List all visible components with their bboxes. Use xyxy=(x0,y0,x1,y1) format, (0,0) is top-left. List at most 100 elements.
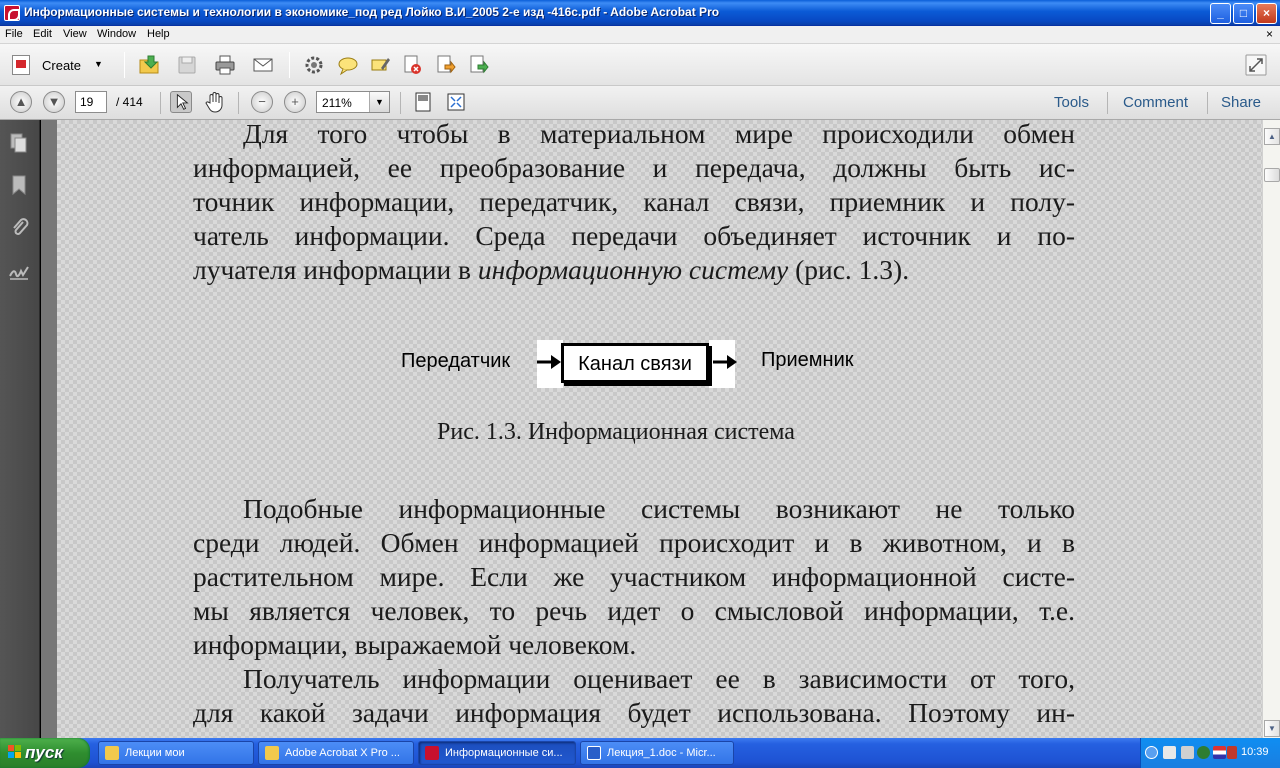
language-flag-icon[interactable] xyxy=(1213,746,1226,759)
full-screen-icon[interactable] xyxy=(445,91,467,113)
scroll-down-icon[interactable]: ▼ xyxy=(1264,720,1280,737)
zoom-value: 211% xyxy=(322,96,352,110)
toolbar-separator xyxy=(238,92,239,114)
zoom-out-icon[interactable]: − xyxy=(251,91,273,113)
toolbar-separator xyxy=(124,52,125,78)
comment-pane-link[interactable]: Comment xyxy=(1123,94,1188,111)
text-line: точник информации, передатчик, канал свя… xyxy=(193,186,1075,217)
maximize-button[interactable]: □ xyxy=(1233,3,1254,24)
comment-icon[interactable] xyxy=(337,54,359,76)
minimize-button[interactable]: _ xyxy=(1210,3,1231,24)
system-tray: 10:39 xyxy=(1140,738,1280,768)
security-icon[interactable] xyxy=(1197,746,1210,759)
italic-term: информационную систему xyxy=(477,254,789,285)
taskbar-item-acrobat-document[interactable]: Информационные си... xyxy=(418,741,576,765)
arrow-right-icon xyxy=(713,355,737,369)
text-line: информацией, ее преобразование и передач… xyxy=(193,152,1075,183)
email-icon[interactable] xyxy=(252,54,274,76)
tools-pane-link[interactable]: Tools xyxy=(1054,94,1089,111)
windows-logo-icon xyxy=(8,745,21,758)
pdf-icon xyxy=(425,746,439,760)
chevron-down-icon[interactable]: ▼ xyxy=(369,92,389,112)
document-close-icon[interactable]: × xyxy=(1266,27,1273,41)
create-label: Create xyxy=(42,58,82,73)
toolbar-separator xyxy=(289,52,290,78)
document-export-icon[interactable] xyxy=(434,54,456,76)
text-line: среди людей. Обмен информацией происходи… xyxy=(193,527,1075,558)
clock: 10:39 xyxy=(1241,746,1269,758)
taskbar-item-label: Лекции мои xyxy=(125,747,185,759)
menu-view[interactable]: View xyxy=(63,28,87,40)
scroll-thumb[interactable] xyxy=(1264,168,1280,182)
arrow-right-icon xyxy=(537,355,561,369)
sender-label: Передатчик xyxy=(401,350,511,372)
page-total-label: / 414 xyxy=(116,95,143,109)
window-title: Информационные системы и технологии в эк… xyxy=(24,5,720,19)
highlight-icon[interactable] xyxy=(369,54,391,76)
share-pane-link[interactable]: Share xyxy=(1221,94,1261,111)
bookmarks-icon[interactable] xyxy=(8,174,30,196)
network-icon[interactable] xyxy=(1163,746,1176,759)
fit-page-icon[interactable] xyxy=(412,91,434,113)
page-edge xyxy=(41,120,57,738)
close-button[interactable]: × xyxy=(1256,3,1277,24)
navigation-toolbar: ▲ ▼ 19 / 414 − + 211% ▼ Tools Comment Sh… xyxy=(0,86,1280,120)
create-button[interactable]: Create ▼ xyxy=(8,53,108,77)
start-button[interactable]: пуск xyxy=(0,738,90,768)
tray-expand-icon[interactable] xyxy=(1145,746,1158,759)
menu-window[interactable]: Window xyxy=(97,28,136,40)
tray-app-icon[interactable] xyxy=(1227,746,1237,759)
menu-help[interactable]: Help xyxy=(147,28,170,40)
create-pdf-icon xyxy=(12,55,30,75)
taskbar-item-acrobat-folder[interactable]: Adobe Acrobat X Pro ... xyxy=(258,741,414,765)
signatures-icon[interactable] xyxy=(8,260,30,282)
document-remove-icon[interactable] xyxy=(401,54,423,76)
channel-box: Канал связи xyxy=(561,343,709,383)
scroll-up-icon[interactable]: ▲ xyxy=(1264,128,1280,145)
text-line: для какой задачи информация будет исполь… xyxy=(193,697,1075,728)
menu-bar: File Edit View Window Help × xyxy=(0,26,1280,44)
zoom-in-icon[interactable]: + xyxy=(284,91,306,113)
acrobat-app-icon xyxy=(4,5,20,21)
navigation-pane xyxy=(0,120,40,738)
taskbar-item-folder[interactable]: Лекции мои xyxy=(98,741,254,765)
chevron-down-icon: ▼ xyxy=(94,59,103,69)
word-document-icon xyxy=(587,746,601,760)
taskbar-item-word[interactable]: Лекция_1.doc - Micr... xyxy=(580,741,734,765)
hand-tool-icon[interactable] xyxy=(204,91,226,113)
toolbar-separator xyxy=(1207,92,1208,114)
page-thumbnails-icon[interactable] xyxy=(8,132,30,154)
toolbar-separator xyxy=(160,92,161,114)
menu-edit[interactable]: Edit xyxy=(33,28,52,40)
text-line: мы является человек, то речь идет о смыс… xyxy=(193,595,1075,626)
text-line: Для того чтобы в материальном мире проис… xyxy=(243,120,1075,149)
information-system-diagram: Передатчик Канал связи Приемник xyxy=(391,340,891,390)
previous-page-icon[interactable]: ▲ xyxy=(10,91,32,113)
start-label: пуск xyxy=(25,743,63,762)
document-send-icon[interactable] xyxy=(467,54,489,76)
text-line: Подобные информационные системы возникаю… xyxy=(243,493,1075,524)
document-view[interactable]: Для того чтобы в материальном мире проис… xyxy=(41,120,1262,738)
vertical-scrollbar[interactable]: ▲ ▼ xyxy=(1262,120,1280,738)
next-page-icon[interactable]: ▼ xyxy=(43,91,65,113)
print-icon[interactable] xyxy=(214,54,236,76)
folder-icon xyxy=(105,746,119,760)
page-number-input[interactable]: 19 xyxy=(75,91,107,113)
text-run: лучателя информации в xyxy=(193,254,478,285)
save-icon[interactable] xyxy=(176,54,198,76)
toolbar-separator xyxy=(1107,92,1108,114)
menu-file[interactable]: File xyxy=(5,28,23,40)
expand-fullscreen-icon[interactable] xyxy=(1245,54,1267,76)
text-line: лучателя информации в информационную сис… xyxy=(193,253,1075,287)
main-toolbar: Create ▼ xyxy=(0,44,1280,86)
select-tool-icon[interactable] xyxy=(170,91,192,113)
text-line: информации, выражаемой человеком. xyxy=(193,629,637,660)
folder-icon xyxy=(265,746,279,760)
zoom-select[interactable]: 211% ▼ xyxy=(316,91,390,113)
title-bar: Информационные системы и технологии в эк… xyxy=(0,0,1280,26)
taskbar: пуск Лекции мои Adobe Acrobat X Pro ... … xyxy=(0,738,1280,768)
open-folder-icon[interactable] xyxy=(138,54,160,76)
attachments-paperclip-icon[interactable] xyxy=(8,216,30,238)
volume-icon[interactable] xyxy=(1181,746,1194,759)
settings-gear-icon[interactable] xyxy=(303,54,325,76)
